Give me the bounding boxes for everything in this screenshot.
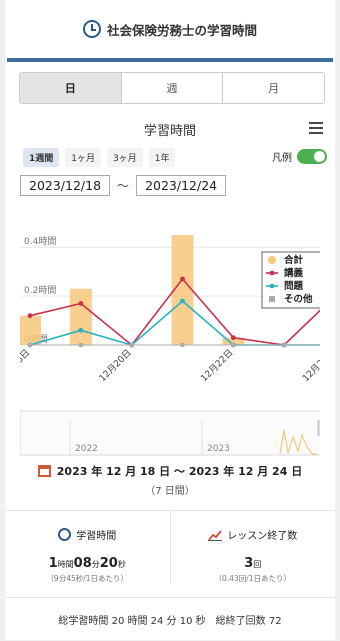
period-tabs: 日 週 月: [19, 72, 325, 104]
tab-week[interactable]: 週: [122, 73, 224, 103]
summary: 2023 年 12 月 18 日 〜 2023 年 12 月 24 日 （7 日…: [5, 460, 335, 497]
legend-toggle: 凡例: [272, 149, 327, 164]
calendar-icon: [37, 465, 51, 477]
clock-icon: [82, 20, 101, 38]
legend-label: 問題: [284, 280, 304, 292]
series-point: [129, 343, 134, 347]
navigator-handle: [317, 420, 320, 436]
legend-toggle-label: 凡例: [272, 153, 292, 164]
legend-switch[interactable]: [297, 149, 327, 164]
page: 社会保険労務士の学習時間 日 週 月 学習時間 1週間 1ヶ月 3ヶ月 1年 凡…: [5, 0, 335, 640]
x-tick-label: 12月22日: [199, 347, 236, 384]
legend-label: 合計: [284, 254, 304, 266]
stat-study-time: 学習時間 1時間08分20秒 （9分45秒/1日あたり）: [5, 511, 171, 584]
study-time-chart: 0時間0.2時間0.4時間12月18日12月20日12月22日12月24日合計講…: [20, 235, 320, 456]
y-tick-label: 0.2時間: [24, 285, 56, 296]
series-point: [231, 343, 236, 347]
series-point: [282, 343, 287, 347]
series-point: [78, 343, 83, 347]
bar: [20, 315, 41, 345]
series-point: [180, 276, 185, 282]
range-1week-button[interactable]: 1週間: [23, 148, 60, 167]
range-1month-button[interactable]: 1ヶ月: [65, 148, 101, 167]
stat-study-time-sub: （9分45秒/1日あたり）: [46, 574, 129, 583]
x-tick-label: 12月20日: [97, 347, 134, 384]
header: 社会保険労務士の学習時間: [5, 0, 335, 58]
trend-chart-icon: [208, 529, 223, 541]
section-title: 学習時間: [143, 124, 196, 139]
range-selector: 1週間 1ヶ月 3ヶ月 1年: [23, 148, 176, 167]
series-point: [78, 301, 84, 306]
y-tick-label: 0.4時間: [24, 236, 56, 247]
legend-marker: [269, 270, 275, 276]
x-tick-label: 12月24日: [300, 347, 320, 384]
legend-label: その他: [284, 293, 313, 305]
stat-lessons: レッスン終了数 3回 （0.43回/1日あたり）: [171, 511, 336, 584]
page-title: 社会保険労務士の学習時間: [106, 22, 257, 38]
navigator-label: 2022: [75, 444, 98, 454]
legend-marker: [268, 256, 276, 264]
summary-days: （7 日間）: [145, 486, 195, 497]
stat-lessons-label: レッスン終了数: [227, 531, 298, 542]
series-point: [230, 335, 236, 341]
navigator: [20, 410, 320, 456]
date-separator: 〜: [117, 179, 130, 193]
stat-study-time-label: 学習時間: [76, 531, 117, 542]
clock-icon: [58, 528, 72, 541]
footer: 総学習時間 20 時間 24 分 10 秒 総終了回数 72: [5, 597, 335, 641]
hamburger-menu-icon[interactable]: [309, 122, 323, 137]
tab-day[interactable]: 日: [20, 73, 122, 103]
stats-panel: 学習時間 1時間08分20秒 （9分45秒/1日あたり） レッスン終了数 3回 …: [5, 510, 335, 584]
header-divider: [7, 58, 333, 62]
legend-marker: [269, 283, 275, 289]
series-point: [28, 343, 32, 347]
start-date-field[interactable]: 2023/12/18: [20, 175, 111, 196]
date-range-inputs: 2023/12/18 〜 2023/12/24: [20, 175, 227, 196]
legend-label: 講義: [284, 267, 304, 279]
summary-date-range: 2023 年 12 月 18 日 〜 2023 年 12 月 24 日: [56, 465, 303, 478]
stat-lessons-value: 3回: [244, 556, 262, 571]
total-study-time: 総学習時間 20 時間 24 分 10 秒: [58, 616, 206, 627]
series-point: [27, 313, 33, 319]
series-point: [180, 298, 185, 304]
series-point: [180, 343, 185, 347]
range-3month-button[interactable]: 3ヶ月: [107, 148, 143, 167]
tab-month[interactable]: 月: [223, 73, 324, 103]
series-point: [78, 327, 84, 333]
range-1year-button[interactable]: 1年: [148, 148, 176, 167]
x-tick-label: 12月18日: [20, 347, 32, 384]
total-completion-count: 総終了回数 72: [215, 616, 282, 627]
stat-study-time-value: 1時間08分20秒: [48, 556, 126, 571]
end-date-field[interactable]: 2023/12/24: [136, 175, 227, 196]
legend-marker: [269, 296, 275, 302]
stat-lessons-sub: （0.43回/1日あたり）: [214, 574, 292, 583]
bar: [69, 288, 92, 345]
navigator-label: 2023: [207, 444, 230, 454]
